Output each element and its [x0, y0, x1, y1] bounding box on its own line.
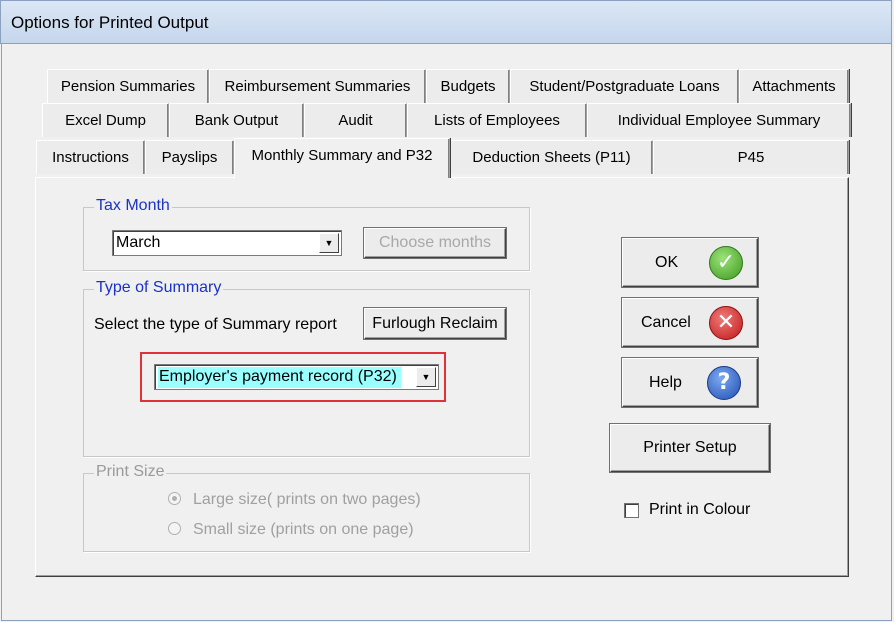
type-of-summary-legend: Type of Summary	[94, 279, 224, 297]
ok-button[interactable]: OK ✓	[622, 238, 758, 287]
ok-label: OK	[655, 254, 679, 271]
tab-audit[interactable]: Audit	[304, 103, 407, 137]
tab-lists-of-employees[interactable]: Lists of Employees	[407, 103, 587, 137]
chevron-down-icon[interactable]: ▼	[416, 367, 436, 387]
print-size-legend: Print Size	[94, 463, 167, 481]
tab-monthly-summary-and-p32[interactable]: Monthly Summary and P32	[234, 138, 450, 178]
choose-months-button[interactable]: Choose months	[364, 228, 506, 258]
tab-pension-summaries[interactable]: Pension Summaries	[47, 69, 209, 103]
tab-individual-employee-summary[interactable]: Individual Employee Summary	[587, 103, 851, 137]
tax-month-value: March	[116, 234, 161, 251]
tab-p45[interactable]: P45	[653, 140, 849, 174]
tab-reimbursement-summaries[interactable]: Reimbursement Summaries	[209, 69, 426, 103]
cancel-button[interactable]: Cancel ✕	[622, 298, 758, 347]
x-icon: ✕	[709, 306, 743, 340]
tax-month-legend: Tax Month	[94, 197, 172, 215]
large-size-label: Large size( prints on two pages)	[193, 491, 421, 508]
tab-bank-output[interactable]: Bank Output	[169, 103, 304, 137]
tab-attachments[interactable]: Attachments	[739, 69, 849, 103]
printer-setup-button[interactable]: Printer Setup	[610, 424, 770, 472]
title-bar[interactable]: Options for Printed Output	[0, 0, 892, 44]
checkmark-icon: ✓	[709, 246, 743, 280]
tax-month-select[interactable]: March ▼	[112, 230, 342, 256]
tab-excel-dump[interactable]: Excel Dump	[42, 103, 169, 137]
tab-instructions[interactable]: Instructions	[36, 140, 145, 174]
print-in-colour-label: Print in Colour	[649, 501, 751, 518]
small-size-label: Small size (prints on one page)	[193, 521, 414, 538]
large-size-radio[interactable]	[168, 492, 181, 505]
help-label: Help	[649, 374, 682, 391]
small-size-radio[interactable]	[168, 522, 181, 535]
window-title: Options for Printed Output	[11, 13, 209, 32]
question-icon: ?	[707, 366, 741, 400]
tab-payslips[interactable]: Payslips	[145, 140, 234, 174]
furlough-reclaim-button[interactable]: Furlough Reclaim	[364, 308, 506, 339]
tab-student-postgraduate-loans[interactable]: Student/Postgraduate Loans	[510, 69, 739, 103]
tab-deduction-sheets-p11[interactable]: Deduction Sheets (P11)	[450, 140, 653, 174]
print-in-colour-checkbox[interactable]	[624, 503, 639, 518]
tab-budgets[interactable]: Budgets	[426, 69, 510, 103]
summary-type-value: Employer's payment record (P32)	[158, 367, 401, 388]
cancel-label: Cancel	[641, 314, 691, 331]
summary-type-select[interactable]: Employer's payment record (P32) ▼	[154, 364, 439, 390]
chevron-down-icon[interactable]: ▼	[319, 233, 339, 253]
summary-prompt: Select the type of Summary report	[94, 316, 337, 333]
print-size-group: Print Size	[83, 463, 530, 552]
help-button[interactable]: Help ?	[622, 358, 758, 407]
